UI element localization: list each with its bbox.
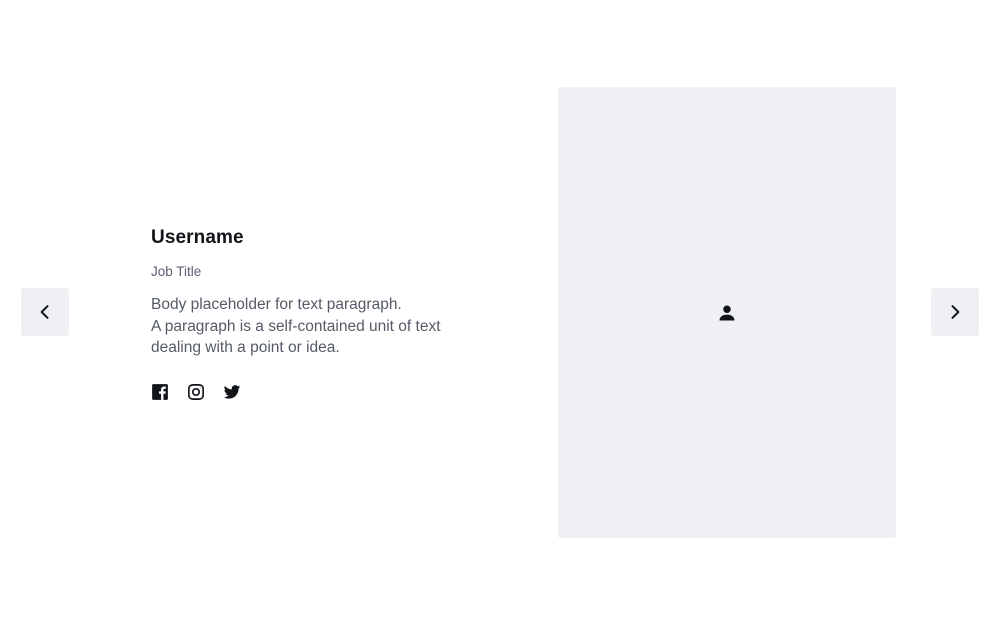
body-line: dealing with a point or idea. (151, 339, 340, 356)
twitter-link[interactable] (223, 383, 241, 401)
previous-button[interactable] (21, 288, 69, 336)
instagram-link[interactable] (187, 383, 205, 401)
twitter-icon (223, 384, 241, 399)
username-heading: Username (151, 227, 244, 248)
job-title: Job Title (151, 264, 202, 279)
facebook-icon (152, 383, 168, 400)
facebook-link[interactable] (151, 383, 169, 401)
carousel: Username Job Title Body placeholder for … (0, 0, 1000, 625)
instagram-icon (188, 383, 204, 400)
user-icon (719, 305, 735, 320)
social-links (151, 383, 491, 401)
chevron-left-icon (40, 305, 49, 319)
chevron-right-icon (951, 305, 960, 319)
body-line: Body placeholder for text paragraph. (151, 296, 402, 313)
body-paragraph: Body placeholder for text paragraph. A p… (151, 294, 491, 359)
next-button[interactable] (931, 288, 979, 336)
body-line: A paragraph is a self-contained unit of … (151, 317, 441, 335)
image-placeholder (558, 87, 896, 538)
profile-info: Username Job Title Body placeholder for … (151, 226, 491, 401)
